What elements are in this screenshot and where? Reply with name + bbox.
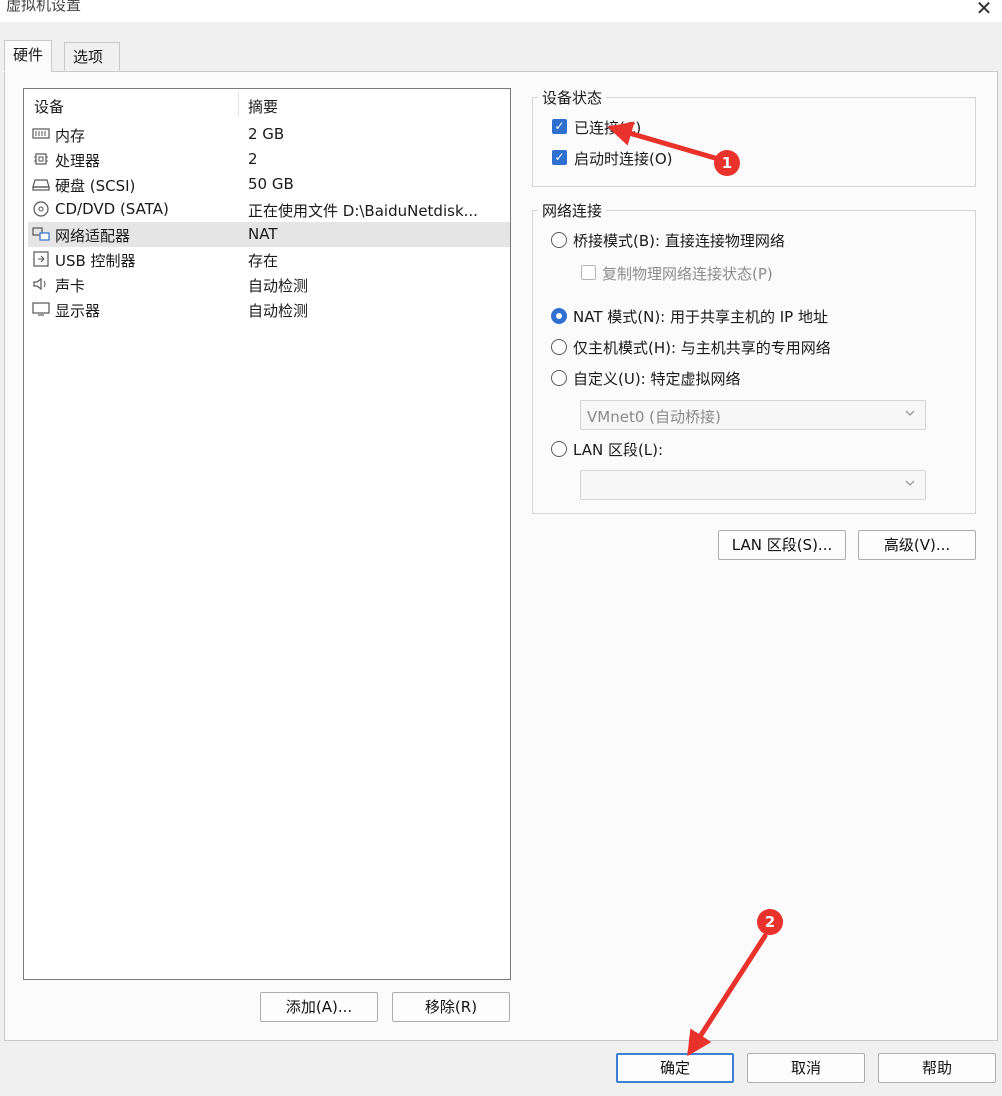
annotation-arrows — [607, 121, 768, 1057]
annotation-badge-1: 1 — [714, 150, 740, 176]
annotation-arrow-2 — [687, 933, 768, 1057]
annotation-badge-2: 2 — [757, 909, 783, 935]
tab-hardware[interactable]: 硬件 — [4, 40, 53, 72]
annotation-arrow-1 — [607, 121, 718, 161]
